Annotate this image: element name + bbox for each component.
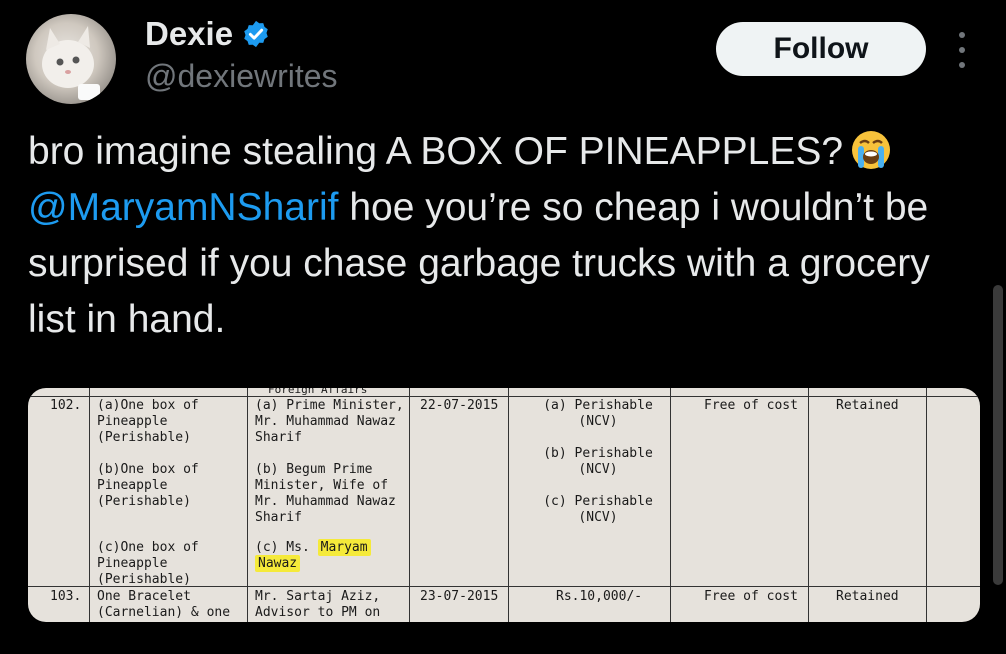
doc-recipient: (a) Prime Minister, Mr. Muhammad Nawaz S…: [255, 398, 404, 445]
doc-recipient: Mr. Sartaj Aziz, Advisor to PM on: [255, 589, 381, 620]
tweet-media-image[interactable]: Foreign Affairs 102. (a)One box of Pinea…: [28, 388, 980, 622]
verified-badge-icon[interactable]: [241, 19, 271, 49]
tweet-text: bro imagine stealing A BOX OF PINEAPPLES…: [28, 124, 988, 348]
doc-value: (c) Perishable (NCV): [543, 494, 653, 525]
table-rule: [409, 388, 410, 622]
doc-value: (b) Perishable (NCV): [543, 446, 653, 477]
doc-status: Retained: [836, 398, 899, 413]
table-rule: [670, 388, 671, 622]
doc-value: (a) Perishable (NCV): [543, 398, 653, 429]
doc-item: (c)One box of Pineapple (Perishable): [97, 540, 199, 587]
dot: [959, 32, 965, 38]
table-rule: [247, 388, 248, 622]
author-row: Dexie: [145, 15, 271, 53]
doc-value: Rs.10,000/-: [556, 589, 643, 604]
doc-cost: Free of cost: [704, 398, 798, 413]
doc-cost: Free of cost: [704, 589, 798, 604]
author-handle[interactable]: @dexiewrites: [145, 58, 338, 95]
doc-header-fragment: Foreign Affairs: [268, 388, 368, 396]
mention-link[interactable]: @MaryamNSharif: [28, 186, 338, 229]
doc-recipient: (b) Begum Prime Minister, Wife of Mr. Mu…: [255, 462, 396, 525]
table-rule: [808, 388, 809, 622]
dot: [959, 47, 965, 53]
loudly-crying-face-icon: [852, 131, 891, 169]
doc-item: One Bracelet (Carnelian) & one: [97, 589, 231, 620]
doc-recipient-highlighted: (c) Ms. Maryam Nawaz: [255, 539, 405, 572]
follow-button[interactable]: Follow: [716, 22, 926, 76]
more-options-icon[interactable]: [950, 32, 974, 68]
doc-item: (a)One box of Pineapple (Perishable): [97, 398, 199, 445]
doc-date: 23-07-2015: [420, 589, 499, 604]
tweet-text-part1: bro imagine stealing A BOX OF PINEAPPLES…: [28, 130, 844, 173]
table-rule: [508, 388, 509, 622]
highlight: Maryam: [317, 539, 371, 556]
avatar[interactable]: [26, 14, 116, 104]
author-name[interactable]: Dexie: [145, 15, 233, 53]
doc-row-number: 102.: [50, 398, 82, 413]
doc-date: 22-07-2015: [420, 398, 499, 413]
table-rule: [28, 396, 980, 397]
scrollbar[interactable]: [993, 285, 1003, 585]
table-rule: [89, 388, 90, 622]
doc-item: (b)One box of Pineapple (Perishable): [97, 462, 199, 509]
highlight: Nawaz: [255, 555, 301, 572]
doc-status: Retained: [836, 589, 899, 604]
doc-row-number: 103.: [50, 589, 82, 604]
dot: [959, 62, 965, 68]
cat-avatar-icon: [42, 26, 100, 100]
table-rule: [926, 388, 927, 622]
